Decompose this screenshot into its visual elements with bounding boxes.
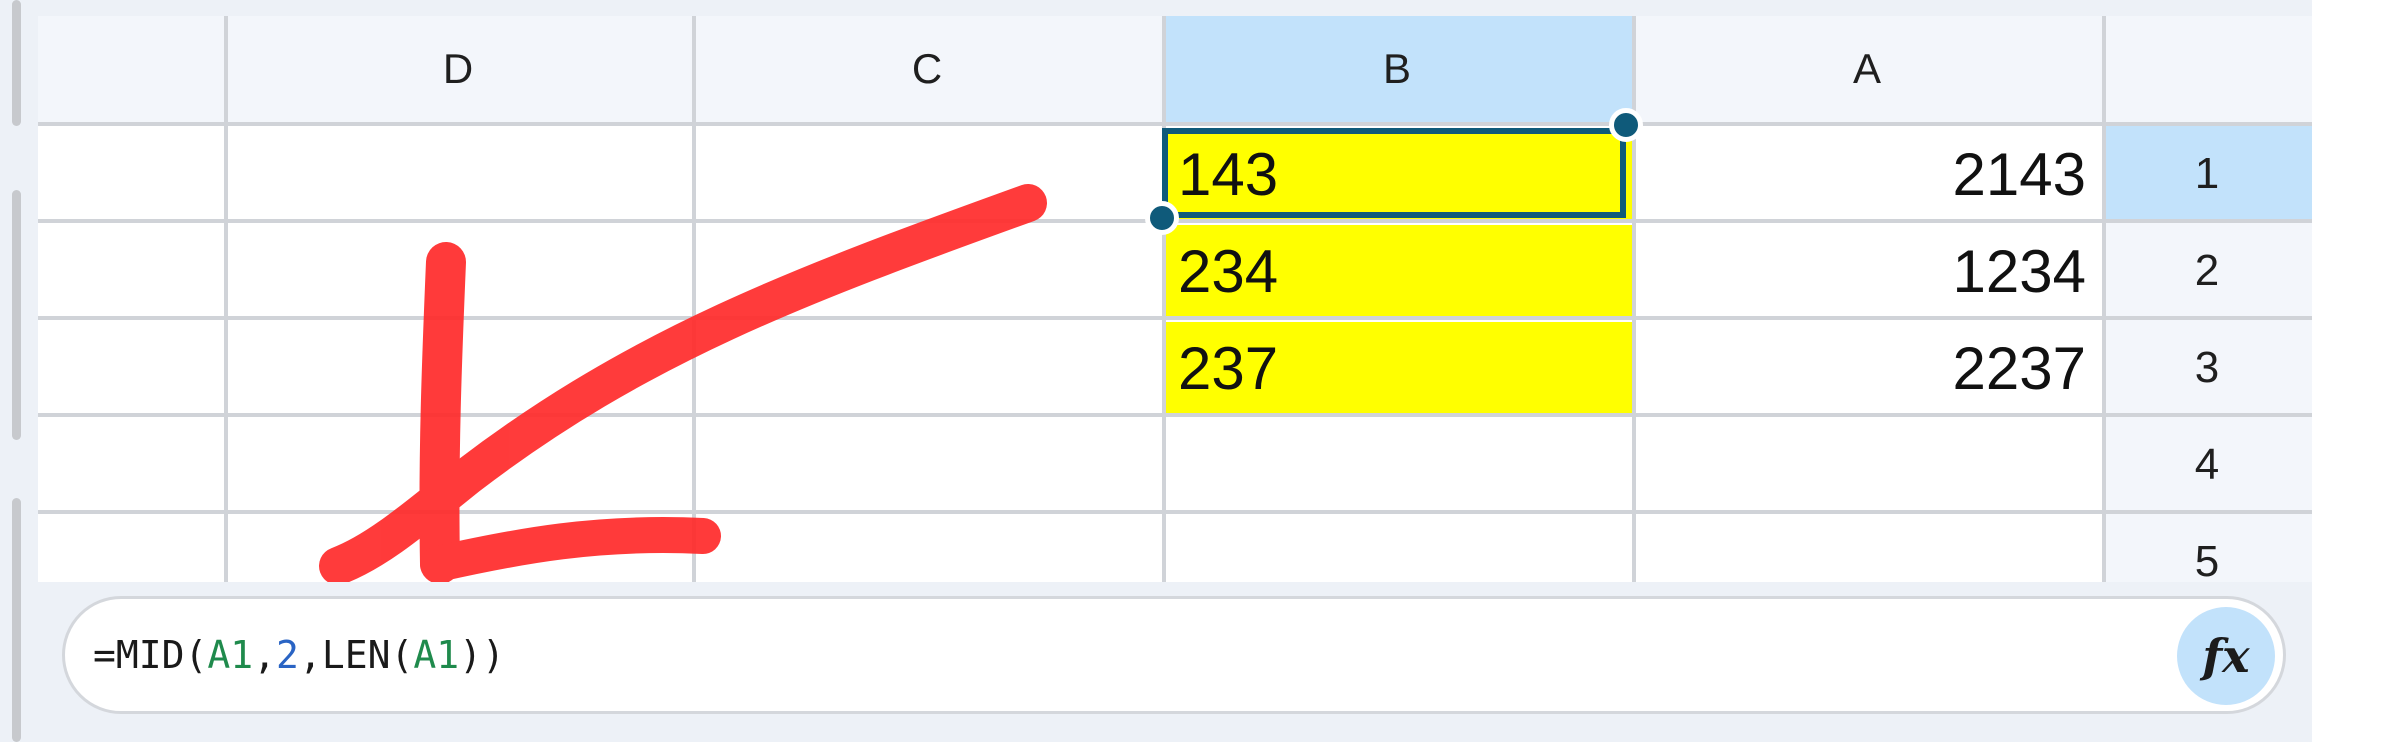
formula-token: )) [459, 633, 505, 677]
grid: D C B A 1 2 3 4 5 143 234 237 2143 1234 … [38, 16, 2312, 582]
edge-margin [2312, 0, 2400, 742]
grid-line [2102, 16, 2106, 582]
formula-input[interactable]: =MID(A1, 2 ,LEN(A1)) [93, 599, 505, 711]
column-header-c[interactable]: C [692, 16, 1162, 122]
formula-bar[interactable]: =MID(A1, 2 ,LEN(A1)) fx [62, 596, 2286, 714]
grid-line [38, 510, 2312, 514]
row-header-4[interactable]: 4 [2102, 416, 2312, 513]
formula-token-number: 2 [276, 633, 299, 677]
row-header-3[interactable]: 3 [2102, 319, 2312, 416]
cell-b2[interactable]: 234 [1162, 225, 1632, 318]
cell-a3[interactable]: 2237 [1632, 322, 2102, 415]
column-header-a[interactable]: A [1632, 16, 2102, 122]
function-icon: fx [2202, 629, 2250, 683]
row-header-5[interactable]: 5 [2102, 513, 2312, 582]
grid-line [692, 16, 696, 582]
grid-line [1162, 16, 1166, 582]
selection-handle-start[interactable] [1145, 201, 1179, 235]
selection-handle-end[interactable] [1609, 108, 1643, 142]
scroll-handle[interactable] [12, 498, 21, 742]
corner-cell[interactable] [2102, 16, 2312, 122]
grid-line [224, 16, 228, 582]
cell-b3[interactable]: 237 [1162, 322, 1632, 415]
formula-token: =MID( [93, 633, 208, 677]
cell-a2[interactable]: 1234 [1632, 225, 2102, 318]
grid-line [38, 122, 2312, 126]
scroll-handle[interactable] [12, 190, 21, 440]
grid-line [38, 413, 2312, 417]
column-header-b[interactable]: B [1162, 16, 1632, 122]
column-header-d[interactable]: D [224, 16, 692, 122]
column-header-blank[interactable] [38, 16, 224, 122]
scroll-handle[interactable] [12, 0, 21, 126]
grid-line [1632, 16, 1636, 582]
row-header-2[interactable]: 2 [2102, 222, 2312, 319]
formula-token-ref: A1 [413, 633, 460, 677]
function-button[interactable]: fx [2177, 607, 2275, 705]
spreadsheet-app: D C B A 1 2 3 4 5 143 234 237 2143 1234 … [0, 0, 2312, 742]
formula-token-ref: A1 [207, 633, 254, 677]
formula-token: ,LEN( [298, 633, 414, 677]
grid-line [38, 316, 2312, 320]
row-header-1[interactable]: 1 [2102, 125, 2312, 222]
formula-token: , [253, 633, 277, 677]
selection-box [1162, 128, 1626, 218]
cell-a1[interactable]: 2143 [1632, 128, 2102, 221]
